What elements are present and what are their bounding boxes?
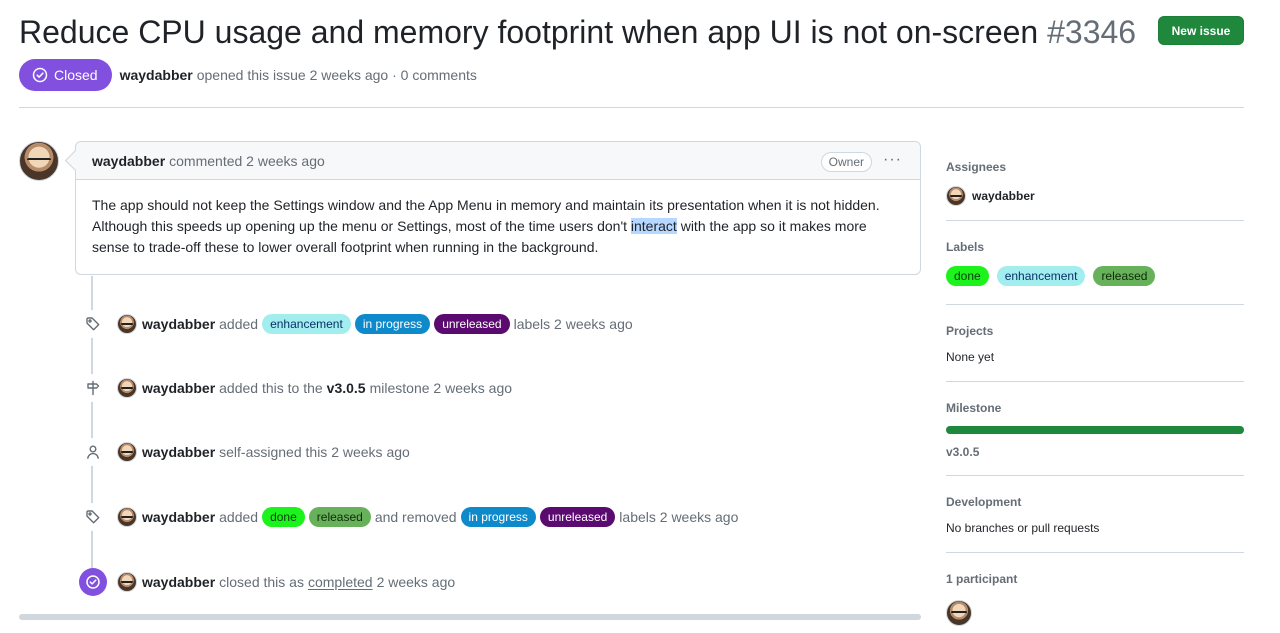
- projects-heading[interactable]: Projects: [946, 324, 1244, 338]
- milestone-progress-bar: [946, 426, 1244, 434]
- label-done[interactable]: done: [946, 266, 989, 286]
- labels-heading[interactable]: Labels: [946, 240, 1244, 254]
- projects-value: None yet: [946, 350, 995, 364]
- sidebar-projects: Projects None yet: [946, 324, 1244, 364]
- tag-icon: [79, 310, 107, 338]
- milestone-link[interactable]: v3.0.5: [327, 380, 366, 396]
- event-actor-link[interactable]: waydabber: [142, 316, 215, 332]
- timeline-event-closed: waydabber closed this as completed 2 wee…: [117, 571, 455, 593]
- sidebar-divider: [946, 304, 1244, 305]
- timeline-event-labels-added: waydabber added enhancement in progress …: [117, 313, 633, 335]
- event-suffix[interactable]: 2 weeks ago: [377, 574, 456, 590]
- issue-title: Reduce CPU usage and memory footprint wh…: [19, 12, 1136, 52]
- event-suffix[interactable]: milestone 2 weeks ago: [370, 380, 512, 396]
- check-circle-fill-icon: [79, 568, 107, 596]
- label-in-progress[interactable]: in progress: [460, 507, 536, 527]
- label-enhancement[interactable]: enhancement: [262, 314, 351, 334]
- event-suffix[interactable]: labels 2 weeks ago: [619, 509, 738, 525]
- event-actor-link[interactable]: waydabber: [142, 380, 215, 396]
- sidebar-milestone: Milestone v3.0.5: [946, 401, 1244, 459]
- tag-icon: [79, 503, 107, 531]
- event-text: closed this as: [219, 574, 304, 590]
- assignees-heading[interactable]: Assignees: [946, 160, 1244, 174]
- avatar[interactable]: [117, 572, 137, 592]
- label-enhancement[interactable]: enhancement: [996, 266, 1086, 286]
- header-divider: [19, 107, 1244, 108]
- avatar[interactable]: [117, 378, 137, 398]
- timeline-bottom-bar: [19, 614, 921, 620]
- event-verb: added: [219, 509, 259, 525]
- comment-highlighted-word: interact: [630, 218, 677, 234]
- event-actor-link[interactable]: waydabber: [142, 509, 215, 525]
- event-actor-link[interactable]: waydabber: [142, 574, 215, 590]
- milestone-progress-track: [946, 426, 1244, 434]
- issue-opened-text: opened this issue 2 weeks ago · 0 commen…: [196, 67, 477, 83]
- timeline-event-labels-changed: waydabber added done released and remove…: [117, 506, 738, 528]
- timeline-event-self-assigned: waydabber self-assigned this 2 weeks ago: [117, 441, 410, 463]
- label-released[interactable]: released: [308, 507, 371, 527]
- kebab-horizontal-icon[interactable]: ···: [883, 151, 902, 169]
- avatar[interactable]: [117, 442, 137, 462]
- sidebar-divider: [946, 475, 1244, 476]
- sidebar-assignees: Assignees waydabber: [946, 160, 1244, 206]
- comment-body: The app should not keep the Settings win…: [76, 180, 920, 273]
- development-value: No branches or pull requests: [946, 521, 1100, 535]
- issue-number: #3346: [1047, 14, 1137, 50]
- issue-header: Reduce CPU usage and memory footprint wh…: [19, 12, 1244, 54]
- milestone-heading[interactable]: Milestone: [946, 401, 1244, 415]
- timeline-event-milestone: waydabber added this to the v3.0.5 miles…: [117, 377, 512, 399]
- comment-header: waydabber commented 2 weeks ago Owner ··…: [76, 142, 920, 180]
- issue-comment: waydabber commented 2 weeks ago Owner ··…: [75, 141, 921, 275]
- issue-title-text: Reduce CPU usage and memory footprint wh…: [19, 14, 1039, 50]
- check-circle-icon: [32, 67, 48, 83]
- assignee-item[interactable]: waydabber: [946, 186, 1244, 206]
- issue-status-row: Closed waydabber opened this issue 2 week…: [19, 59, 477, 91]
- sidebar-divider: [946, 552, 1244, 553]
- completed-link[interactable]: completed: [308, 574, 373, 590]
- owner-badge: Owner: [820, 152, 872, 172]
- state-text: Closed: [54, 67, 98, 83]
- sidebar-divider: [946, 381, 1244, 382]
- event-text: and removed: [374, 509, 457, 525]
- label-done[interactable]: done: [262, 507, 305, 527]
- avatar[interactable]: [117, 314, 137, 334]
- sidebar-label-list: done enhancement released: [946, 266, 1244, 286]
- issue-author-link[interactable]: waydabber: [120, 67, 193, 83]
- label-in-progress[interactable]: in progress: [354, 314, 431, 334]
- event-text: self-assigned this 2 weeks ago: [219, 444, 410, 460]
- comment-timestamp[interactable]: commented 2 weeks ago: [169, 153, 325, 169]
- participants-heading: 1 participant: [946, 572, 1018, 586]
- sidebar-development: Development No branches or pull requests: [946, 495, 1244, 535]
- label-unreleased[interactable]: unreleased: [434, 314, 510, 334]
- person-icon: [79, 438, 107, 466]
- sidebar-divider: [946, 220, 1244, 221]
- label-released[interactable]: released: [1093, 266, 1156, 286]
- participant-avatar[interactable]: [946, 600, 972, 626]
- milestone-name-link[interactable]: v3.0.5: [946, 445, 1244, 459]
- sidebar-participants: 1 participant: [946, 572, 1244, 626]
- state-badge: Closed: [19, 59, 112, 91]
- label-unreleased[interactable]: unreleased: [539, 507, 616, 527]
- avatar[interactable]: [117, 507, 137, 527]
- event-suffix[interactable]: labels 2 weeks ago: [514, 316, 633, 332]
- sidebar-labels: Labels done enhancement released: [946, 240, 1244, 286]
- comment-author-avatar[interactable]: [19, 141, 59, 181]
- assignee-name[interactable]: waydabber: [972, 189, 1035, 203]
- comment-author-link[interactable]: waydabber: [92, 153, 165, 169]
- milestone-icon: [79, 374, 107, 402]
- avatar[interactable]: [946, 186, 966, 206]
- new-issue-button[interactable]: New issue: [1158, 16, 1244, 45]
- event-text: added this to the: [219, 380, 323, 396]
- development-heading[interactable]: Development: [946, 495, 1244, 509]
- issue-meta: waydabber opened this issue 2 weeks ago ·…: [120, 67, 477, 83]
- event-actor-link[interactable]: waydabber: [142, 444, 215, 460]
- event-verb: added: [219, 316, 259, 332]
